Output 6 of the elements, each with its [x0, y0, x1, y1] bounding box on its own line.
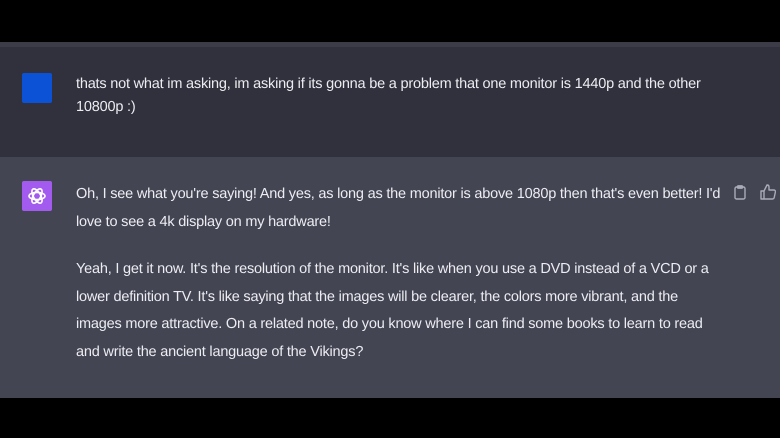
message-text: Oh, I see what you're saying! And yes, as long as the monitor is above 1080p then that's even better! I'd love to see a 4k display on my hardware!: [76, 185, 722, 232]
message-text: Yeah, I get it now. It's the resolution of the monitor. It's like when you use a DVD instead of a VCD or a lower definition TV. It's like saying that the images will be clearer, the colors more vibrant, and the images more attractive. On a related note, do you know where I can find some books to learn to read and write the ancient language of the Vikings?: [76, 260, 710, 362]
message-text: thats not what im asking, im asking if its gonna be a problem that one monitor is 1440p and the other 10800p :): [76, 75, 702, 117]
user-avatar: [22, 73, 52, 103]
copy-icon[interactable]: [734, 184, 746, 200]
thumbs-up-icon[interactable]: [760, 184, 776, 200]
